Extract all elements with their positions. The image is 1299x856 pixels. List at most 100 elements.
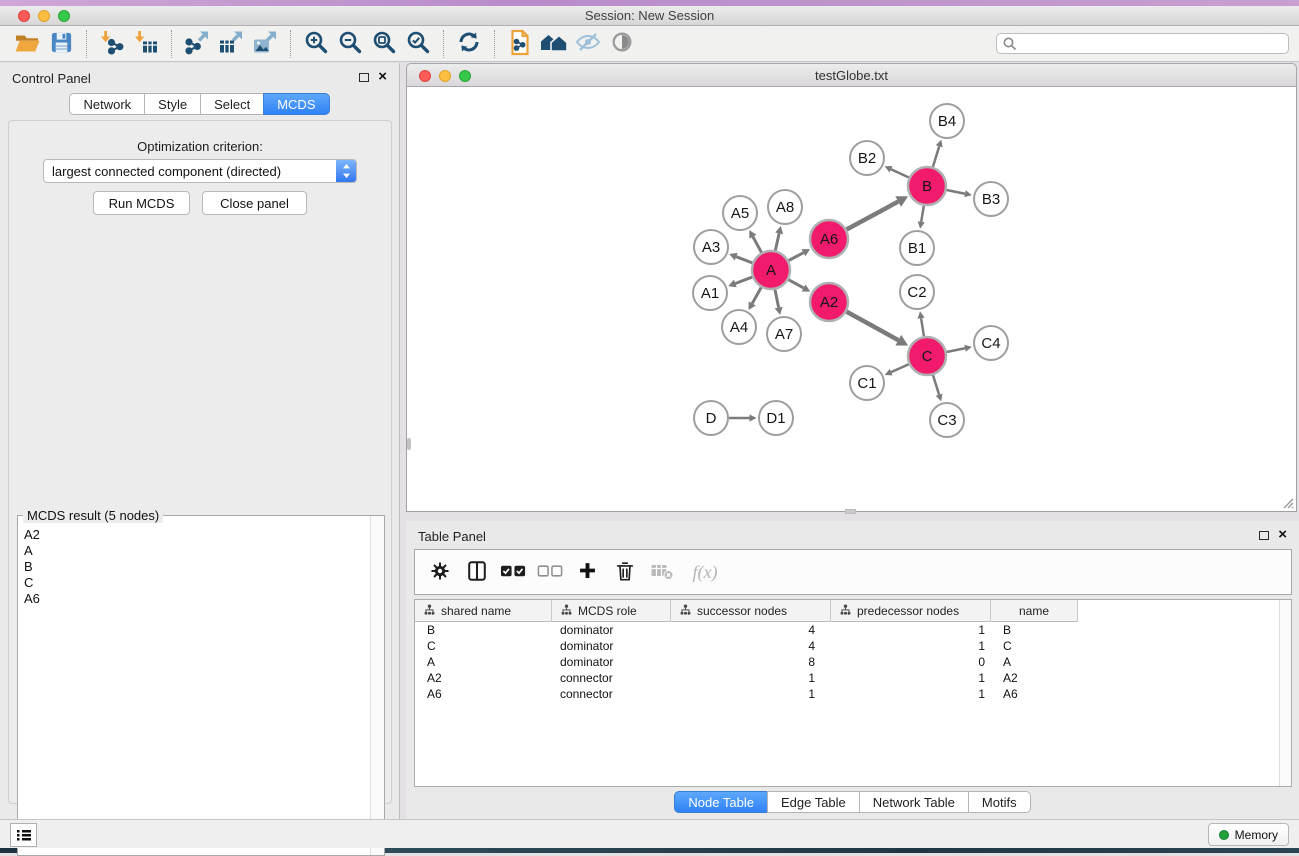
close-panel-button[interactable]: Close panel [202, 191, 307, 215]
graph-node-B[interactable]: B [908, 167, 946, 205]
export-image-button[interactable] [248, 29, 282, 59]
save-session-button[interactable] [44, 29, 78, 59]
zoom-fit-button[interactable] [367, 29, 401, 59]
hide-graphics-button[interactable] [571, 29, 605, 59]
column-header-MCDS-role[interactable]: MCDS role [552, 600, 671, 622]
tab-style[interactable]: Style [144, 93, 201, 115]
tab-node-table[interactable]: Node Table [674, 791, 768, 813]
delete-column-button[interactable] [608, 554, 641, 590]
close-panel-icon[interactable]: × [1278, 530, 1287, 540]
graph-node-D1[interactable]: D1 [759, 401, 793, 435]
table-row[interactable]: Adominator80A [415, 654, 1291, 670]
import-table-button[interactable] [129, 29, 163, 59]
float-panel-icon[interactable] [359, 73, 369, 82]
memory-button[interactable]: Memory [1208, 823, 1289, 846]
tab-network[interactable]: Network [69, 93, 145, 115]
export-network-button[interactable] [180, 29, 214, 59]
home-button[interactable] [537, 29, 571, 59]
refresh-button[interactable] [452, 29, 486, 59]
canvas-horizontal-scroll-thumb[interactable] [845, 509, 856, 514]
criterion-select[interactable]: largest connected component (directed) [43, 159, 357, 183]
graph-node-A4[interactable]: A4 [722, 310, 756, 344]
column-header-predecessor-nodes[interactable]: predecessor nodes [831, 600, 991, 622]
network-document-button[interactable] [503, 29, 537, 59]
table-settings-button[interactable] [423, 554, 456, 590]
graph-edge[interactable] [885, 364, 909, 375]
network-canvas[interactable]: B4 B2 B B3 B1 A5 A8A6 A3 A A1 A2 C2 A4 A7 C4 C C1 C3 D D1 [406, 87, 1297, 512]
run-mcds-button[interactable]: Run MCDS [93, 191, 190, 215]
table-row[interactable]: A2connector11A2 [415, 670, 1291, 686]
graph-node-B1[interactable]: B1 [900, 231, 934, 265]
zoom-out-button[interactable] [333, 29, 367, 59]
column-header-shared-name[interactable]: shared name [415, 600, 552, 622]
graph-node-A6[interactable]: A6 [810, 220, 848, 258]
canvas-vertical-scroll-thumb[interactable] [407, 438, 411, 450]
tab-motifs[interactable]: Motifs [968, 791, 1031, 813]
graph-edge[interactable] [933, 140, 943, 167]
graph-node-C4[interactable]: C4 [974, 326, 1008, 360]
graph-node-A1[interactable]: A1 [693, 276, 727, 310]
import-network-button[interactable] [95, 29, 129, 59]
float-panel-icon[interactable] [1259, 531, 1269, 540]
graph-node-A7[interactable]: A7 [767, 317, 801, 351]
trash-icon [614, 560, 636, 585]
graph-node-C2[interactable]: C2 [900, 275, 934, 309]
graph-node-A5[interactable]: A5 [723, 196, 757, 230]
tab-mcds[interactable]: MCDS [263, 93, 329, 115]
graph-node-B3[interactable]: B3 [974, 182, 1008, 216]
task-history-button[interactable] [10, 823, 37, 847]
search-input[interactable] [996, 33, 1289, 54]
graph-edge[interactable] [749, 287, 762, 310]
graph-node-A8[interactable]: A8 [768, 190, 802, 224]
graph-node-A2[interactable]: A2 [810, 283, 848, 321]
show-graphics-button[interactable] [605, 29, 639, 59]
tab-select[interactable]: Select [200, 93, 264, 115]
column-header-name[interactable]: name [991, 600, 1078, 622]
open-session-button[interactable] [10, 29, 44, 59]
graph-edge[interactable] [775, 226, 783, 250]
graph-node-A3[interactable]: A3 [694, 230, 728, 264]
graph-edge[interactable] [729, 414, 757, 421]
graph-node-B2[interactable]: B2 [850, 141, 884, 175]
zoom-selected-button[interactable] [401, 29, 435, 59]
graph-edge[interactable] [728, 277, 752, 287]
table-row[interactable]: Cdominator41C [415, 638, 1291, 654]
graph-node-C3[interactable]: C3 [930, 403, 964, 437]
graph-edge[interactable] [729, 253, 752, 263]
graph-node-D[interactable]: D [694, 401, 728, 435]
graph-edge[interactable] [918, 311, 925, 336]
select-all-button[interactable] [497, 554, 530, 590]
delete-table-button[interactable] [645, 554, 678, 590]
graph-node-B4[interactable]: B4 [930, 104, 964, 138]
graph-edge[interactable] [885, 166, 909, 178]
deselect-all-button[interactable] [534, 554, 567, 590]
close-panel-icon[interactable]: × [378, 72, 387, 82]
tab-network-table[interactable]: Network Table [859, 791, 969, 813]
column-header-filler [1078, 600, 1291, 622]
graph-node-A[interactable]: A [752, 251, 790, 289]
table-scrollbar[interactable] [1279, 600, 1291, 786]
function-builder-button[interactable]: f(x) [682, 554, 728, 590]
tab-edge-table[interactable]: Edge Table [767, 791, 860, 813]
export-table-button[interactable] [214, 29, 248, 59]
graph-edge[interactable] [933, 375, 943, 401]
graph-edge[interactable] [947, 190, 972, 197]
graph-edge[interactable] [789, 249, 810, 260]
show-columns-button[interactable] [460, 554, 493, 590]
graph-edge[interactable] [789, 280, 811, 292]
window-resize-grip[interactable] [1280, 495, 1294, 509]
zoom-in-button[interactable] [299, 29, 333, 59]
graph-edge[interactable] [775, 290, 783, 315]
mcds-list-scrollbar[interactable] [370, 516, 384, 855]
graph-edge[interactable] [947, 345, 972, 352]
column-header-successor-nodes[interactable]: successor nodes [671, 600, 831, 622]
table-row[interactable]: A6connector11A6 [415, 686, 1291, 702]
graph-node-C1[interactable]: C1 [850, 366, 884, 400]
graph-edge[interactable] [847, 196, 908, 229]
table-row[interactable]: Bdominator41B [415, 622, 1291, 638]
add-column-button[interactable] [571, 554, 604, 590]
graph-edge[interactable] [918, 206, 925, 229]
graph-node-C[interactable]: C [908, 337, 946, 375]
graph-edge[interactable] [847, 312, 909, 346]
graph-edge[interactable] [749, 230, 761, 252]
